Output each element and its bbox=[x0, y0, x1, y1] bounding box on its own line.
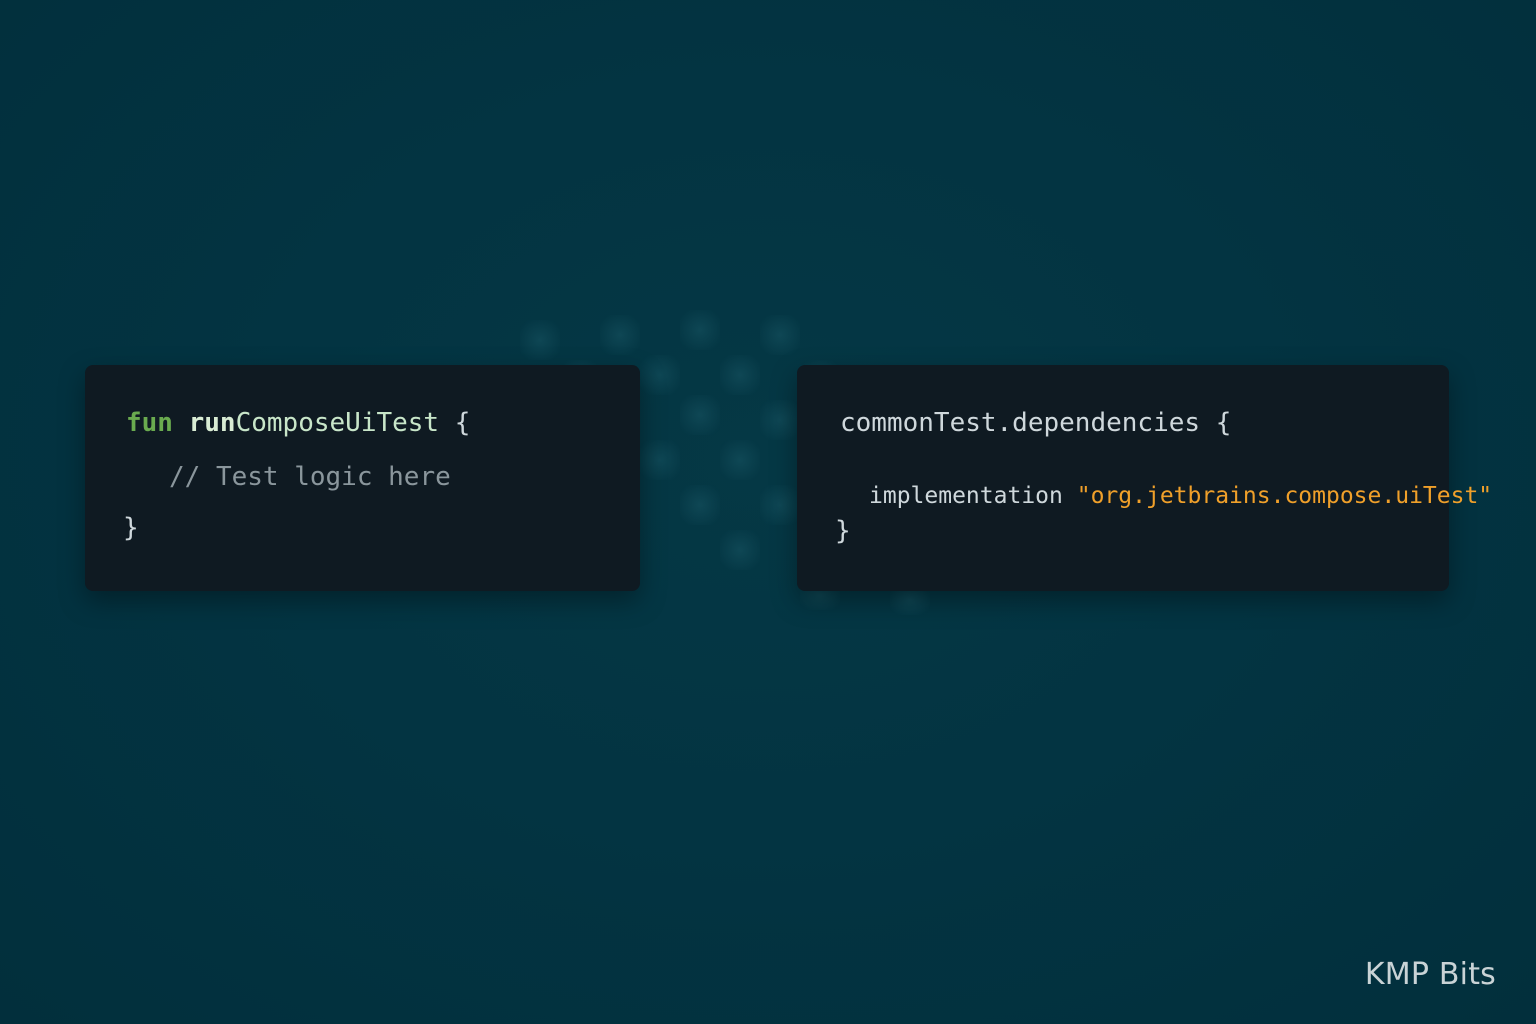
function-name-rest: ComposeUiTest bbox=[235, 408, 440, 438]
function-name-prefix: run bbox=[188, 408, 236, 438]
code-block-dependencies: commonTest.dependencies { implementation… bbox=[797, 365, 1492, 591]
close-brace: } bbox=[123, 513, 139, 543]
dependencies-block-name: commonTest.dependencies bbox=[840, 408, 1201, 438]
implementation-keyword: implementation bbox=[869, 483, 1063, 509]
close-brace: } bbox=[835, 516, 851, 546]
open-brace: { bbox=[454, 408, 471, 438]
code-line-implementation: implementation "org.jetbrains.compose.ui… bbox=[869, 480, 1492, 512]
dependency-string: "org.jetbrains.compose.uiTest" bbox=[1076, 483, 1493, 509]
code-comment: // Test logic here bbox=[169, 462, 451, 492]
code-block-compose-ui-test: fun runComposeUiTest { // Test logic her… bbox=[85, 365, 640, 591]
code-line-dependencies-header: commonTest.dependencies { bbox=[840, 407, 1231, 439]
open-brace: { bbox=[1215, 408, 1232, 438]
brand-watermark: KMP Bits bbox=[1364, 957, 1496, 992]
code-line-function-signature: fun runComposeUiTest { bbox=[126, 407, 470, 439]
keyword-fun: fun bbox=[126, 408, 173, 438]
